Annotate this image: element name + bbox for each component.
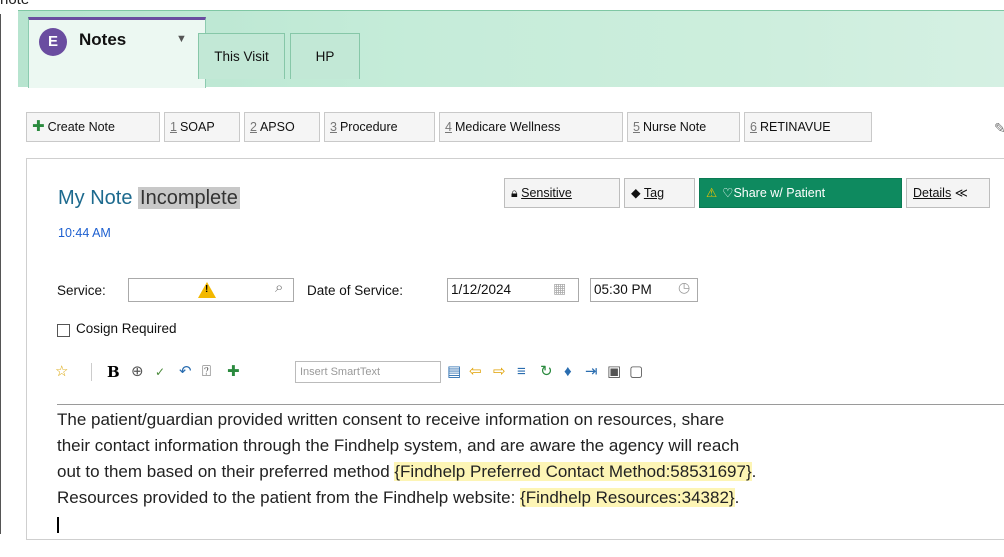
note-title: My Note — [58, 187, 133, 209]
nurse-note-button[interactable]: 5 Nurse Note — [627, 112, 740, 142]
shortcut-number: 6 — [750, 120, 757, 134]
note-text-line: their contact information through the Fi… — [57, 436, 740, 455]
plus-icon: ✚ — [32, 118, 45, 135]
tab-notes-label: Notes — [79, 30, 127, 49]
wrench-icon[interactable]: ✎ — [994, 120, 1004, 137]
note-text-line: out to them based on their preferred met… — [57, 459, 1004, 485]
medicare-wellness-label: Medicare Wellness — [454, 120, 561, 134]
notes-icon: E — [39, 28, 67, 56]
note-timestamp: 10:44 AM — [58, 226, 111, 240]
tab-hp[interactable]: HP — [290, 33, 360, 79]
add-icon[interactable]: ✚ — [227, 362, 240, 382]
import-icon[interactable]: ⇥ — [585, 362, 598, 382]
calendar-icon[interactable]: ▦ — [553, 280, 566, 297]
tag-icon: ◆ — [631, 186, 641, 200]
star-icon[interactable]: ☆ — [55, 362, 68, 382]
procedure-label: Procedure — [339, 120, 398, 134]
sensitive-button[interactable]: 🔒︎ Sensitive — [504, 178, 620, 208]
cosign-checkbox[interactable] — [57, 324, 70, 337]
shortcut-number: 2 — [250, 120, 257, 134]
retinavue-button[interactable]: 6 RETINAVUE — [744, 112, 872, 142]
portrait-icon[interactable]: ▢ — [629, 362, 643, 382]
tag-label: Tag — [643, 186, 665, 200]
insert-list-icon[interactable]: ≡ — [517, 362, 526, 382]
clock-icon[interactable]: ◷ — [678, 279, 690, 296]
note-text-segment: . — [734, 488, 740, 507]
note-text-segment: . — [751, 462, 757, 481]
lock-icon: 🔒︎ — [511, 186, 518, 200]
warning-icon: ⚠ — [706, 186, 718, 200]
details-label: Details — [913, 186, 952, 200]
tab-notes[interactable]: E Notes ▼ — [28, 17, 206, 88]
note-text-segment: Resources provided to the patient from t… — [57, 488, 521, 507]
smarttext-input[interactable]: Insert SmartText — [295, 361, 441, 383]
chevron-up-icon: ≪ — [954, 186, 968, 200]
shortcut-number: 3 — [330, 120, 337, 134]
microphone-icon[interactable]: ♦ — [564, 362, 572, 382]
sensitive-label: Sensitive — [521, 186, 572, 200]
soap-button[interactable]: 1 SOAP — [164, 112, 240, 142]
create-note-button[interactable]: ✚ Create Note — [26, 112, 160, 142]
activity-tab-bar: E Notes ▼ This Visit HP — [18, 10, 1004, 88]
previous-field-icon[interactable]: ⇦ — [469, 362, 482, 382]
procedure-button[interactable]: 3 Procedure — [324, 112, 435, 142]
tab-this-visit[interactable]: This Visit — [198, 33, 285, 79]
apso-label: APSO — [259, 120, 295, 134]
refresh-icon[interactable]: ↻ — [540, 362, 553, 382]
media-icon[interactable]: ▣ — [607, 362, 621, 382]
nurse-note-label: Nurse Note — [642, 120, 707, 134]
date-of-service-label: Date of Service: — [307, 283, 404, 298]
next-field-icon[interactable]: ⇨ — [493, 362, 506, 382]
note-editor-panel: My Note Incomplete 10:44 AM 🔒︎ Sensitive… — [26, 158, 1004, 540]
share-label: Share w/ Patient — [733, 186, 826, 200]
smartlist-contact-method[interactable]: {Findhelp Preferred Contact Method:58531… — [394, 462, 752, 481]
zoom-icon[interactable]: ⊕ — [131, 362, 144, 382]
bold-icon[interactable]: B — [107, 362, 120, 382]
note-text-segment: out to them based on their preferred met… — [57, 462, 395, 481]
retinavue-label: RETINAVUE — [759, 120, 831, 134]
window-caption: note — [0, 0, 29, 8]
shortcut-number: 5 — [633, 120, 640, 134]
note-text-line: The patient/guardian provided written co… — [57, 410, 725, 429]
create-note-label: Create Note — [47, 120, 115, 134]
medicare-wellness-button[interactable]: 4 Medicare Wellness — [439, 112, 623, 142]
smartlist-icon[interactable]: ▤ — [447, 362, 461, 382]
window-border — [0, 14, 1, 534]
note-text-area[interactable]: The patient/guardian provided written co… — [57, 404, 1004, 557]
patient-heart-icon: ♡ — [722, 186, 734, 200]
smartphrase-help-icon[interactable]: ⍰ — [202, 362, 211, 382]
note-text-line: Resources provided to the patient from t… — [57, 485, 1004, 511]
cosign-label: Cosign Required — [76, 321, 177, 336]
spellcheck-icon[interactable]: ✓ — [155, 362, 165, 382]
undo-icon[interactable]: ↶ — [179, 362, 192, 382]
soap-label: SOAP — [179, 120, 215, 134]
note-heading: My Note Incomplete — [58, 187, 240, 210]
apso-button[interactable]: 2 APSO — [244, 112, 320, 142]
chevron-down-icon[interactable]: ▼ — [176, 33, 187, 45]
shortcut-number: 4 — [445, 120, 452, 134]
details-button[interactable]: Details ≪ — [906, 178, 990, 208]
text-cursor — [57, 517, 59, 533]
shortcut-number: 1 — [170, 120, 177, 134]
note-status-badge: Incomplete — [138, 187, 240, 209]
toolbar-divider — [91, 363, 92, 381]
service-label: Service: — [57, 283, 106, 298]
share-with-patient-button[interactable]: ⚠ ♡Share w/ Patient — [699, 178, 902, 208]
search-icon[interactable]: ⌕ — [275, 279, 283, 296]
warning-exclamation: ! — [205, 284, 209, 295]
tag-button[interactable]: ◆ Tag — [624, 178, 695, 208]
smartlist-resources[interactable]: {Findhelp Resources:34382} — [520, 488, 735, 507]
